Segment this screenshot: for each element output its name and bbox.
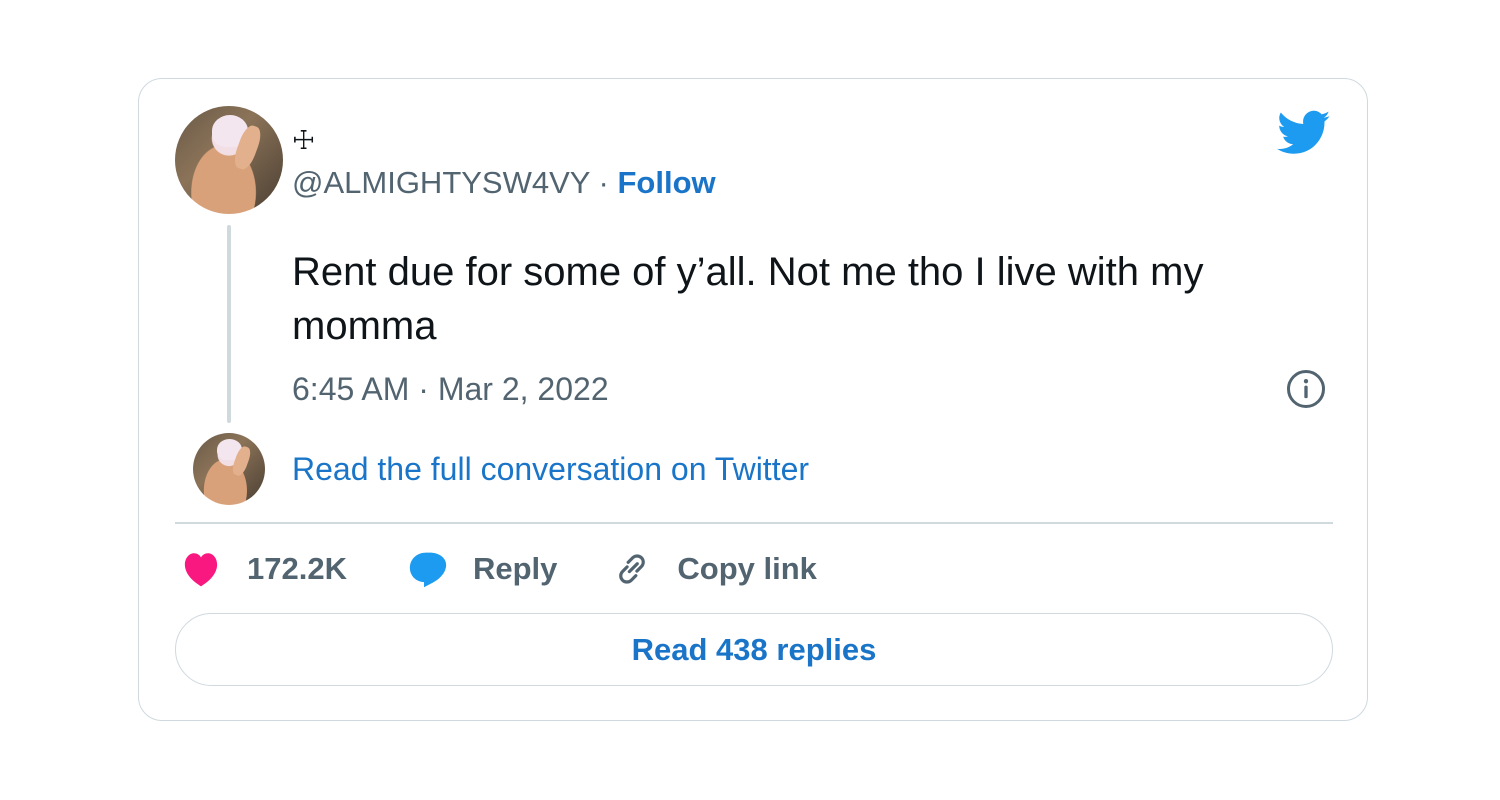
handle-separator: · bbox=[589, 165, 618, 200]
heart-icon bbox=[184, 553, 218, 587]
author-display-name[interactable]: ☩ bbox=[292, 125, 315, 156]
like-count: 172.2K bbox=[247, 551, 347, 586]
speech-bubble-icon bbox=[409, 552, 447, 588]
author-avatar[interactable] bbox=[175, 106, 283, 214]
tweet-embed-card: ☩ @ALMIGHTYSW4VY · Follow Rent due for s… bbox=[138, 78, 1368, 721]
thread-line bbox=[227, 225, 231, 423]
reply-label: Reply bbox=[472, 551, 558, 586]
tweet-actions: 172.2K Reply Copy link bbox=[181, 547, 817, 591]
follow-button[interactable]: Follow bbox=[617, 165, 715, 200]
like-button[interactable]: 172.2K bbox=[181, 551, 347, 587]
tweet-text: Rent due for some of y’all. Not me tho I… bbox=[292, 250, 1204, 348]
link-icon bbox=[619, 554, 646, 584]
twitter-bird-icon[interactable] bbox=[1277, 110, 1331, 156]
tweet-timestamp[interactable]: 6:45 AM · Mar 2, 2022 bbox=[292, 371, 609, 408]
read-replies-button[interactable]: Read 438 replies bbox=[175, 613, 1333, 686]
copy-link-label: Copy link bbox=[677, 551, 817, 586]
author-handle-row: @ALMIGHTYSW4VY · Follow bbox=[292, 165, 716, 201]
info-icon[interactable] bbox=[1286, 369, 1326, 409]
read-full-conversation-link[interactable]: Read the full conversation on Twitter bbox=[292, 451, 809, 488]
conversation-avatar[interactable] bbox=[193, 433, 265, 505]
author-handle[interactable]: @ALMIGHTYSW4VY bbox=[292, 165, 590, 200]
copy-link-button[interactable]: Copy link bbox=[611, 548, 817, 590]
divider bbox=[175, 522, 1333, 524]
reply-button[interactable]: Reply bbox=[407, 550, 557, 588]
